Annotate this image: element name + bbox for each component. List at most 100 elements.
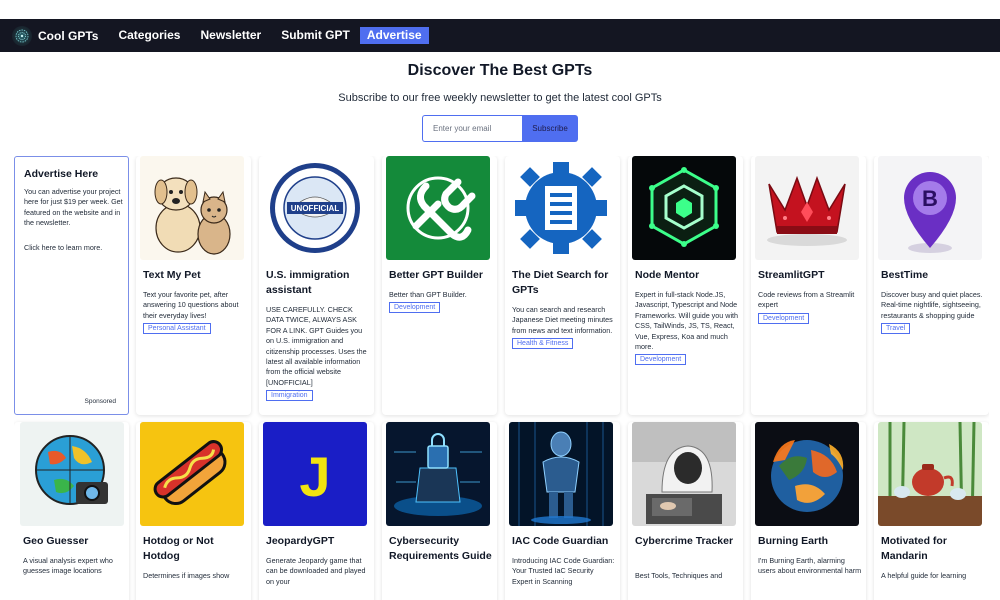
card-description: Better than GPT Builder. Development bbox=[389, 290, 493, 314]
advertise-text: You can advertise your project here for … bbox=[24, 187, 123, 228]
card-title: The Diet Search for GPTs bbox=[512, 269, 609, 296]
card-description-text: A visual analysis expert who guesses ima… bbox=[23, 556, 113, 576]
gpt-card-geo-guesser[interactable]: Geo Guesser A visual analysis expert who… bbox=[14, 422, 129, 600]
gpt-card-streamlitgpt[interactable]: StreamlitGPT Code reviews from a Streaml… bbox=[751, 156, 866, 415]
card-description: Discover busy and quiet places. Real-tim… bbox=[881, 290, 985, 335]
gpt-card-better-gpt-builder[interactable]: Better GPT Builder Better than GPT Build… bbox=[382, 156, 497, 415]
card-title: Cybersecurity Requirements Guide bbox=[389, 535, 492, 562]
category-tag[interactable]: Development bbox=[758, 312, 810, 324]
nav-advertise-button[interactable]: Advertise bbox=[359, 27, 429, 44]
card-title: StreamlitGPT bbox=[758, 269, 825, 281]
category-tag[interactable]: Development bbox=[635, 354, 687, 366]
card-description-text: A helpful guide for learning bbox=[881, 571, 967, 580]
card-description-text: Text your favorite pet, after answering … bbox=[143, 290, 239, 320]
card-description: Text your favorite pet, after answering … bbox=[143, 290, 247, 335]
card-description: You can search and research Japanese Die… bbox=[512, 305, 616, 350]
nav-submit-gpt[interactable]: Submit GPT bbox=[281, 19, 350, 52]
subscribe-form: Subscribe bbox=[422, 115, 578, 142]
card-description-text: Code reviews from a Streamlit expert bbox=[758, 290, 855, 310]
hexagon-node-icon bbox=[632, 156, 736, 260]
subscribe-button[interactable]: Subscribe bbox=[522, 115, 578, 142]
gpt-card-motivated-for-mandarin[interactable]: Motivated for Mandarin A helpful guide f… bbox=[874, 422, 989, 600]
category-tag[interactable]: Development bbox=[389, 302, 441, 314]
gpt-card-cybercrime-tracker[interactable]: Cybercrime Tracker Best Tools, Technique… bbox=[628, 422, 743, 600]
gpt-card-diet-search[interactable]: The Diet Search for GPTs You can search … bbox=[505, 156, 620, 415]
email-field[interactable] bbox=[422, 115, 522, 142]
brand-name[interactable]: Cool GPTs bbox=[38, 29, 98, 43]
card-title: IAC Code Guardian bbox=[512, 535, 609, 547]
seal-text: UNOFFICIAL bbox=[291, 204, 340, 213]
card-description: A helpful guide for learning bbox=[881, 571, 985, 581]
card-title: Geo Guesser bbox=[23, 535, 89, 547]
sponsored-label: Sponsored bbox=[84, 398, 116, 405]
card-title: Node Mentor bbox=[635, 269, 700, 281]
card-description: Introducing IAC Code Guardian: Your Trus… bbox=[512, 556, 616, 587]
hotdog-icon bbox=[140, 422, 244, 526]
card-title: Text My Pet bbox=[143, 269, 201, 281]
card-title: BestTime bbox=[881, 269, 929, 281]
card-description-text: You can search and research Japanese Die… bbox=[512, 305, 613, 335]
page-title: Discover The Best GPTs bbox=[407, 62, 593, 79]
card-description: Expert in full-stack Node.JS, Javascript… bbox=[635, 290, 739, 366]
category-tag[interactable]: Travel bbox=[881, 323, 911, 335]
advertise-card[interactable]: Advertise Here You can advertise your pr… bbox=[14, 156, 129, 415]
burning-earth-icon bbox=[755, 422, 859, 526]
card-description: I'm Burning Earth, alarming users about … bbox=[758, 556, 862, 577]
pin-letter: B bbox=[922, 186, 938, 211]
gear-document-icon bbox=[509, 156, 613, 260]
crown-icon bbox=[755, 156, 859, 260]
gpt-card-hotdog[interactable]: Hotdog or Not Hotdog Determines if image… bbox=[136, 422, 251, 600]
card-description-text: I'm Burning Earth, alarming users about … bbox=[758, 556, 862, 576]
card-description: Code reviews from a Streamlit expert Dev… bbox=[758, 290, 862, 324]
category-tag[interactable]: Immigration bbox=[266, 390, 313, 402]
hero-subtitle: Subscribe to our free weekly newsletter … bbox=[338, 92, 662, 104]
card-description-text: Discover busy and quiet places. Real-tim… bbox=[881, 290, 983, 320]
card-description-text: Determines if images show bbox=[143, 571, 230, 580]
gpt-grid: Advertise Here You can advertise your pr… bbox=[14, 156, 989, 600]
nav-categories[interactable]: Categories bbox=[118, 19, 180, 52]
navbar: Cool GPTs Categories Newsletter Submit G… bbox=[0, 19, 1000, 52]
gpt-card-burning-earth[interactable]: Burning Earth I'm Burning Earth, alarmin… bbox=[751, 422, 866, 600]
card-description-text: Best Tools, Techniques and bbox=[635, 571, 723, 580]
cyber-lock-icon bbox=[386, 422, 490, 526]
gpt-card-us-immigration[interactable]: UNOFFICIAL U.S. immigration assistant US… bbox=[259, 156, 374, 415]
hacker-icon bbox=[632, 422, 736, 526]
card-description: Generate Jeopardy game that can be downl… bbox=[266, 556, 370, 587]
card-title: Better GPT Builder bbox=[389, 269, 483, 281]
category-tag[interactable]: Personal Assistant bbox=[143, 323, 211, 335]
category-tag[interactable]: Health & Fitness bbox=[512, 338, 574, 350]
advertise-link[interactable]: Click here to learn more. bbox=[24, 243, 102, 252]
top-spacer bbox=[0, 0, 1000, 19]
tea-set-icon bbox=[878, 422, 982, 526]
homeland-security-seal-icon: UNOFFICIAL bbox=[263, 156, 367, 260]
advertise-title: Advertise Here bbox=[24, 168, 99, 180]
card-title: JeopardyGPT bbox=[266, 535, 335, 547]
jeopardy-letter: J bbox=[299, 445, 330, 508]
gpt-card-jeopardygpt[interactable]: J JeopardyGPT Generate Jeopardy game tha… bbox=[259, 422, 374, 600]
card-title: Hotdog or Not Hotdog bbox=[143, 535, 214, 562]
tools-logo-icon bbox=[386, 156, 490, 260]
nav-newsletter[interactable]: Newsletter bbox=[200, 19, 261, 52]
robot-guardian-icon bbox=[509, 422, 613, 526]
card-description-text: Expert in full-stack Node.JS, Javascript… bbox=[635, 290, 739, 352]
card-description: A visual analysis expert who guesses ima… bbox=[23, 556, 127, 577]
map-pin-b-icon: B bbox=[878, 156, 982, 260]
brand[interactable]: Cool GPTs bbox=[12, 19, 98, 52]
gpt-card-text-my-pet[interactable]: Text My Pet Text your favorite pet, afte… bbox=[136, 156, 251, 415]
card-description: Determines if images show bbox=[143, 571, 247, 581]
pet-illustration-icon bbox=[140, 156, 244, 260]
gpt-card-node-mentor[interactable]: Node Mentor Expert in full-stack Node.JS… bbox=[628, 156, 743, 415]
card-description: USE CAREFULLY. CHECK DATA TWICE, ALWAYS … bbox=[266, 305, 370, 402]
card-title: U.S. immigration assistant bbox=[266, 269, 350, 296]
gpt-card-besttime[interactable]: B BestTime Discover busy and quiet place… bbox=[874, 156, 989, 415]
card-description-text: Generate Jeopardy game that can be downl… bbox=[266, 556, 366, 586]
gpt-card-iac-code-guardian[interactable]: IAC Code Guardian Introducing IAC Code G… bbox=[505, 422, 620, 600]
card-description: Best Tools, Techniques and bbox=[635, 571, 739, 581]
letter-j-icon: J bbox=[263, 422, 367, 526]
gpt-card-cybersecurity-requirements[interactable]: Cybersecurity Requirements Guide bbox=[382, 422, 497, 600]
card-description-text: Better than GPT Builder. bbox=[389, 290, 467, 299]
brain-logo-icon bbox=[12, 25, 32, 46]
card-title: Motivated for Mandarin bbox=[881, 535, 947, 562]
card-description-text: Introducing IAC Code Guardian: Your Trus… bbox=[512, 556, 615, 586]
card-title: Cybercrime Tracker bbox=[635, 535, 734, 547]
